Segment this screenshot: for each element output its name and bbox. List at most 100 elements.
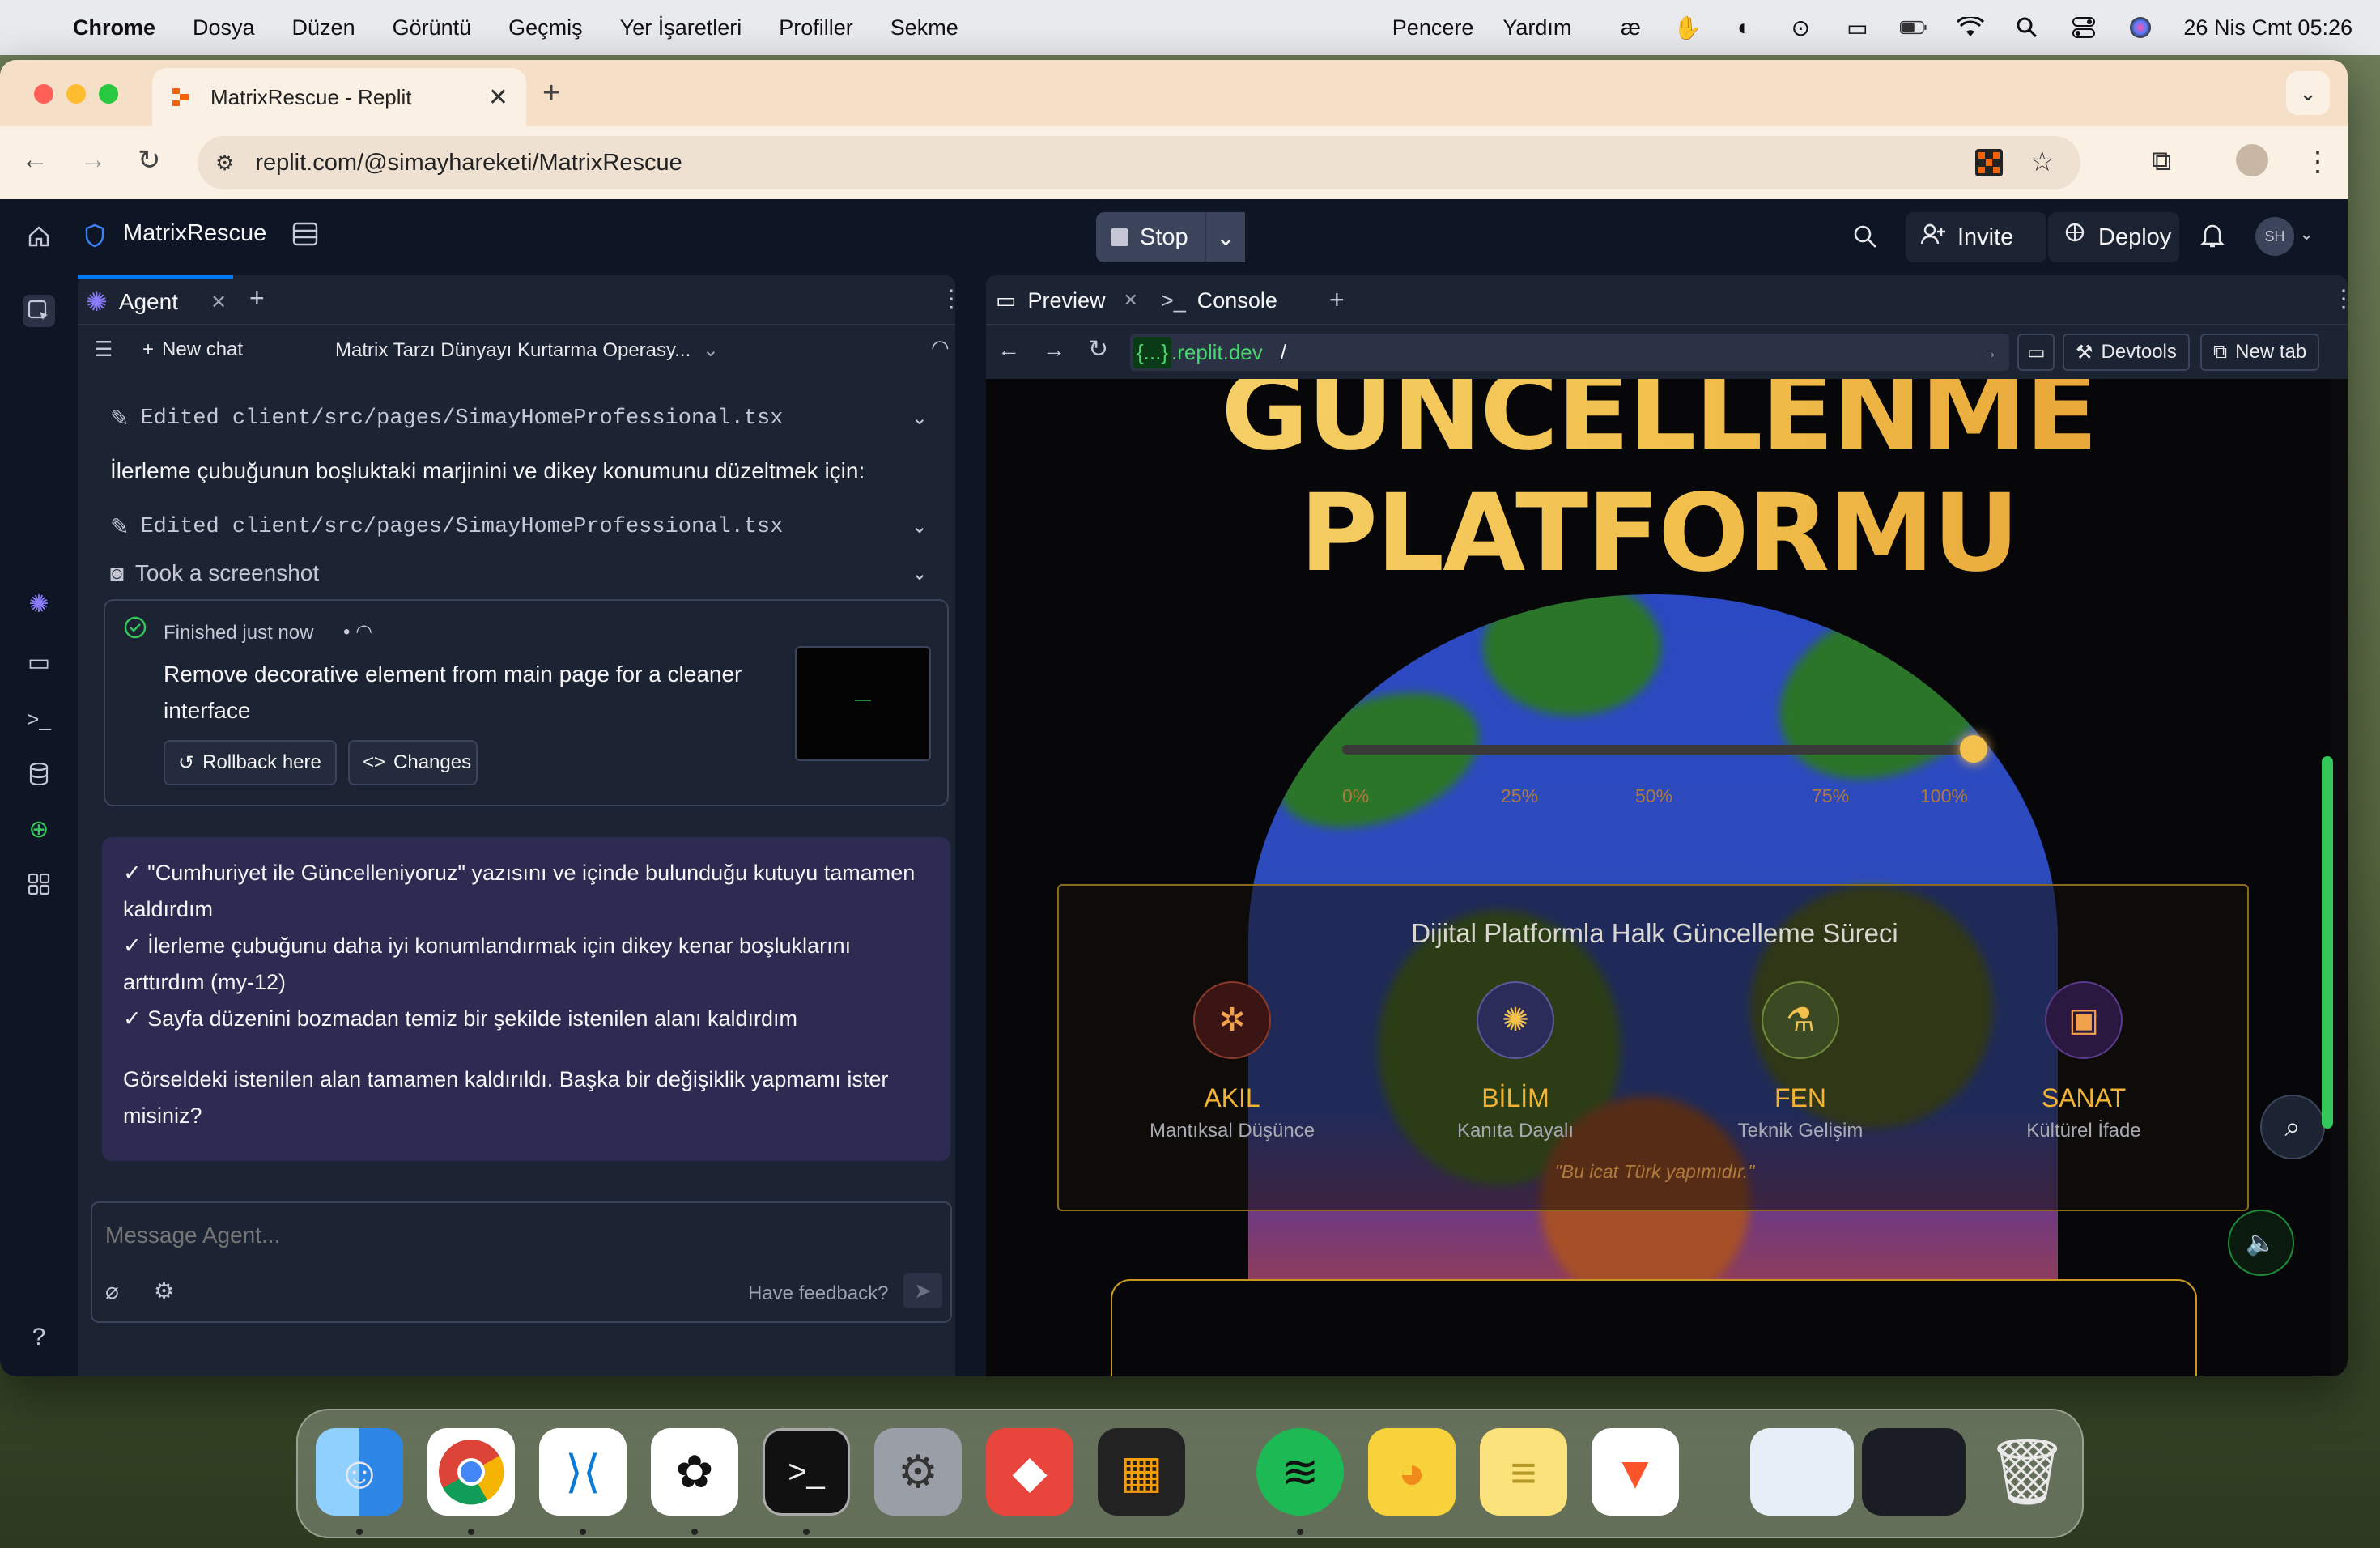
- preview-back-icon[interactable]: ←: [997, 337, 1020, 363]
- preview-scrollbar-thumb[interactable]: [2322, 756, 2333, 1129]
- chrome-menu-icon[interactable]: ⋮: [2304, 146, 2331, 178]
- expand-chevron-icon[interactable]: ⌄: [912, 562, 928, 585]
- chatgpt-icon[interactable]: ✿: [651, 1428, 738, 1516]
- tab-console[interactable]: >_ Console: [1161, 275, 1277, 325]
- add-tab-icon[interactable]: +: [249, 283, 265, 313]
- finder-icon[interactable]: ☺: [316, 1428, 403, 1516]
- database-icon[interactable]: [23, 758, 55, 790]
- account-chevron-icon[interactable]: ⌄: [2299, 223, 2314, 245]
- attach-paperclip-icon[interactable]: ⌀: [105, 1278, 119, 1304]
- menu-app-name[interactable]: Chrome: [73, 15, 155, 40]
- cyberduck-icon[interactable]: ◕: [1368, 1428, 1456, 1516]
- deploy-button[interactable]: Deploy: [2048, 212, 2179, 262]
- menu-edit[interactable]: Düzen: [292, 15, 355, 40]
- preview-tab-close-icon[interactable]: ✕: [1124, 290, 1138, 311]
- tab-close-icon[interactable]: ✕: [488, 83, 508, 112]
- mute-speaker-icon[interactable]: 🔈: [2228, 1210, 2294, 1276]
- all-tools-grid-icon[interactable]: [23, 868, 55, 900]
- minimized-window-1-icon[interactable]: [1750, 1428, 1854, 1516]
- tab-preview[interactable]: ▭ Preview ✕: [996, 275, 1138, 325]
- reload-icon[interactable]: ↻: [138, 144, 161, 176]
- vscode-icon[interactable]: ⟩⟨: [539, 1428, 627, 1516]
- contrast-icon[interactable]: ◐: [1730, 14, 1757, 41]
- wifi-icon[interactable]: [1957, 14, 1985, 41]
- address-bar[interactable]: ⚙ replit.com/@simayhareketi/MatrixRescue…: [198, 136, 2080, 189]
- calculator-icon[interactable]: ▦: [1098, 1428, 1185, 1516]
- speed-gauge-icon[interactable]: ◠: [931, 335, 950, 360]
- menubar-clock[interactable]: 26 Nis Cmt 05:26: [2183, 15, 2352, 40]
- chat-history-list-icon[interactable]: ☰: [94, 337, 113, 362]
- menu-file[interactable]: Dosya: [193, 15, 255, 40]
- profile-avatar[interactable]: [2236, 144, 2268, 176]
- settings-gear-icon[interactable]: ⚙: [154, 1278, 174, 1304]
- expand-chevron-icon[interactable]: ⌄: [912, 515, 928, 538]
- menu-help[interactable]: Yardım: [1502, 15, 1571, 40]
- right-pane-menu-icon[interactable]: ⋮: [2331, 285, 2348, 313]
- chrome-icon[interactable]: [427, 1428, 515, 1516]
- text-input-icon[interactable]: æ: [1617, 14, 1644, 41]
- cursor-select-icon[interactable]: [23, 295, 55, 327]
- window-minimize-button[interactable]: [66, 84, 86, 104]
- back-arrow-icon[interactable]: ←: [21, 144, 49, 176]
- menu-bookmarks[interactable]: Yer İşaretleri: [620, 15, 742, 40]
- window-zoom-button[interactable]: [99, 84, 118, 104]
- brave-icon[interactable]: ▼: [1592, 1428, 1679, 1516]
- project-name[interactable]: MatrixRescue: [123, 220, 266, 247]
- console-shell-icon[interactable]: >_: [23, 703, 55, 735]
- anydesk-icon[interactable]: ◆: [986, 1428, 1073, 1516]
- trash-icon[interactable]: 🗑: [1983, 1428, 2071, 1516]
- window-close-button[interactable]: [34, 84, 53, 104]
- device-preview-icon[interactable]: ▭: [2017, 334, 2055, 371]
- edited-file-row-2[interactable]: ✎ Edited client/src/pages/SimayHomeProfe…: [110, 513, 928, 540]
- screenshot-thumbnail[interactable]: [795, 646, 931, 761]
- preview-monitor-icon[interactable]: ▭: [23, 646, 55, 678]
- inspect-zoom-icon[interactable]: ⌕: [2260, 1095, 2325, 1159]
- deployments-globe-icon[interactable]: ⊕: [23, 813, 55, 845]
- stickies-icon[interactable]: ≡: [1480, 1428, 1567, 1516]
- screenshot-row[interactable]: ◙ Took a screenshot ⌄: [110, 560, 928, 586]
- menu-profiles[interactable]: Profiller: [779, 15, 853, 40]
- preview-forward-icon[interactable]: →: [1043, 337, 1065, 363]
- forward-arrow-icon[interactable]: →: [79, 144, 107, 176]
- bookmark-star-icon[interactable]: ☆: [2030, 146, 2055, 178]
- tab-agent[interactable]: ✺ Agent ✕: [78, 275, 233, 325]
- menu-view[interactable]: Görüntü: [393, 15, 472, 40]
- expand-chevron-icon[interactable]: ⌄: [912, 406, 928, 430]
- pane-menu-icon[interactable]: ⋮: [939, 285, 963, 313]
- menu-tab[interactable]: Sekme: [890, 15, 958, 40]
- spotlight-search-icon[interactable]: [2013, 14, 2041, 41]
- new-chat-button[interactable]: + New chat: [142, 338, 243, 361]
- progress-knob[interactable]: [1960, 735, 1987, 763]
- spotify-icon[interactable]: ≋: [1256, 1428, 1344, 1516]
- preview-url-field[interactable]: {...} .replit.dev / →: [1130, 334, 2009, 371]
- devtools-button[interactable]: ⚒ Devtools: [2063, 334, 2190, 371]
- control-center-icon[interactable]: [2070, 14, 2097, 41]
- browser-tab-active[interactable]: MatrixRescue - Replit ✕: [152, 68, 526, 126]
- agent-tab-close-icon[interactable]: ✕: [210, 291, 227, 314]
- user-avatar[interactable]: SH: [2255, 217, 2294, 256]
- search-icon[interactable]: [1852, 223, 1880, 251]
- run-options-chevron-icon[interactable]: ⌄: [1205, 212, 1245, 262]
- extension-grid-icon[interactable]: [1975, 149, 2003, 176]
- notifications-bell-icon[interactable]: [2200, 222, 2228, 251]
- chat-title-select[interactable]: Matrix Tarzı Dünyayı Kurtarma Operasy...…: [335, 338, 719, 362]
- preview-reload-icon[interactable]: ↻: [1088, 335, 1108, 364]
- display-icon[interactable]: ▭: [1843, 14, 1871, 41]
- project-panel-icon[interactable]: [291, 220, 321, 249]
- changes-button[interactable]: <> Changes: [348, 740, 478, 785]
- terminal-icon[interactable]: >_: [763, 1428, 850, 1516]
- site-info-icon[interactable]: ⚙: [215, 151, 234, 176]
- menu-window[interactable]: Pencere: [1392, 15, 1474, 40]
- minimized-window-2-icon[interactable]: [1862, 1428, 1966, 1516]
- battery-icon[interactable]: [1900, 14, 1927, 41]
- help-question-icon[interactable]: ?: [23, 1321, 55, 1354]
- rollback-button[interactable]: ↺ Rollback here: [164, 740, 337, 785]
- menu-history[interactable]: Geçmiş: [508, 15, 583, 40]
- invite-button[interactable]: Invite: [1906, 212, 2046, 262]
- system-settings-icon[interactable]: ⚙: [874, 1428, 962, 1516]
- add-pane-tab-icon[interactable]: +: [1329, 285, 1345, 315]
- url-go-arrow-icon[interactable]: →: [1980, 342, 1998, 363]
- open-new-tab-button[interactable]: ⧉ New tab: [2200, 334, 2320, 371]
- edited-file-row-1[interactable]: ✎ Edited client/src/pages/SimayHomeProfe…: [110, 405, 928, 432]
- send-arrow-icon[interactable]: ➤: [903, 1273, 942, 1308]
